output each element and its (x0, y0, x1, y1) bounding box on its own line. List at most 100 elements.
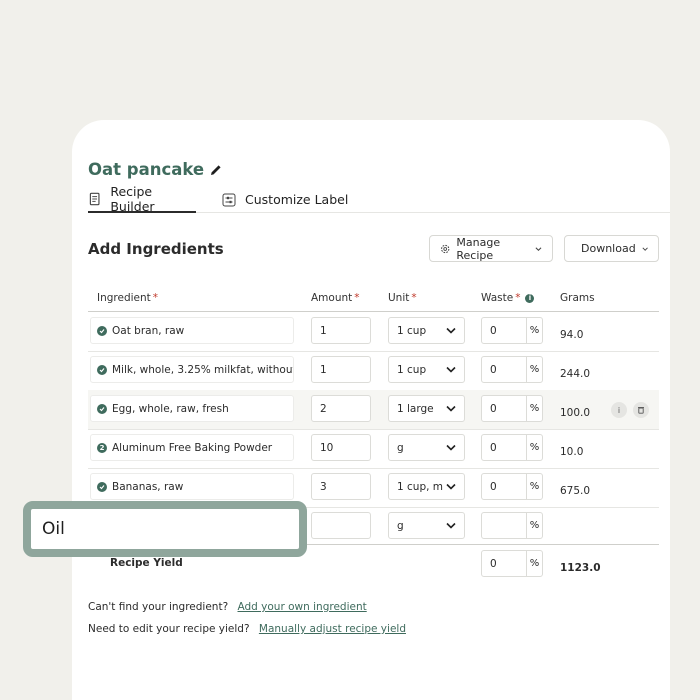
chevron-down-icon (535, 246, 542, 251)
ingredient-field[interactable]: Oat bran, raw (90, 317, 294, 344)
table-row: Egg, whole, raw, fresh 2 1 large 0 % 100… (88, 390, 659, 429)
percent-suffix: % (526, 474, 542, 499)
info-icon[interactable]: i (525, 293, 535, 303)
footer-text: Can't find your ingredient? (88, 601, 229, 613)
chevron-down-icon (446, 444, 456, 451)
delete-button[interactable] (633, 402, 649, 418)
unit-value: g (397, 519, 404, 532)
unit-select[interactable]: g (388, 434, 465, 461)
chevron-down-icon (446, 483, 456, 490)
header-waste: Waste * i (481, 292, 535, 304)
header-grams: Grams (560, 292, 595, 304)
ingredient-search-input[interactable]: Oil (23, 501, 307, 557)
trash-icon (638, 407, 644, 414)
footer-help-yield: Need to edit your recipe yield? Manually… (88, 623, 406, 635)
recipe-card: Oat pancake Recipe Builder Customize Lab (72, 120, 670, 700)
adjust-yield-link[interactable]: Manually adjust recipe yield (259, 623, 406, 635)
amount-input[interactable]: 1 (311, 356, 371, 383)
footer-help-ingredient: Can't find your ingredient? Add your own… (88, 601, 367, 613)
percent-suffix: % (526, 396, 542, 421)
waste-value: 0 (490, 557, 497, 570)
grams-value: 675.0 (560, 485, 591, 497)
check-icon (97, 481, 107, 492)
required-marker: * (411, 292, 417, 304)
download-label: Download (581, 242, 636, 255)
ingredient-name: Aluminum Free Baking Powder (112, 441, 273, 454)
gear-icon (441, 244, 450, 253)
amount-input[interactable]: 1 (311, 317, 371, 344)
chevron-down-icon (642, 246, 648, 251)
unit-select[interactable]: 1 large (388, 395, 465, 422)
table-row: Oat bran, raw 1 1 cup 0 % 94.0 (88, 312, 659, 351)
grams-value: 244.0 (560, 368, 591, 380)
waste-input[interactable]: 0 % (481, 395, 543, 422)
required-marker: * (152, 292, 159, 304)
ingredient-field[interactable]: Milk, whole, 3.25% milkfat, without (90, 356, 294, 383)
chevron-down-icon (446, 327, 456, 334)
table-row: Milk, whole, 3.25% milkfat, without 1 1 … (88, 351, 659, 390)
waste-value: 0 (490, 324, 497, 337)
add-own-ingredient-link[interactable]: Add your own ingredient (238, 601, 367, 613)
ingredient-field[interactable]: Egg, whole, raw, fresh (90, 395, 294, 422)
unit-select[interactable]: 1 cup (388, 356, 465, 383)
ingredient-field[interactable]: Bananas, raw (90, 473, 294, 500)
waste-input[interactable]: % (481, 512, 543, 539)
header-amount: Amount * (311, 292, 360, 304)
tab-recipe-builder[interactable]: Recipe Builder (88, 183, 196, 214)
yield-waste-input[interactable]: 0 % (481, 550, 543, 577)
percent-suffix: % (526, 435, 542, 460)
info-button[interactable]: i (611, 402, 627, 418)
numbered-badge-icon: 2 (97, 442, 107, 453)
percent-suffix: % (526, 357, 542, 382)
manage-recipe-button[interactable]: Manage Recipe (429, 235, 553, 262)
header-ingredient: Ingredient * (97, 292, 159, 304)
ingredient-name: Egg, whole, raw, fresh (112, 402, 229, 415)
unit-select[interactable]: 1 cup, m (388, 473, 465, 500)
check-icon (97, 403, 107, 414)
unit-value: 1 cup (397, 324, 427, 337)
ingredient-name: Oat bran, raw (112, 324, 185, 337)
unit-select[interactable]: 1 cup (388, 317, 465, 344)
unit-value: 1 cup (397, 363, 427, 376)
unit-value: g (397, 441, 404, 454)
chevron-down-icon (446, 366, 456, 373)
grams-value: 100.0 (560, 407, 591, 419)
footer-text: Need to edit your recipe yield? (88, 623, 250, 635)
unit-value: 1 large (397, 402, 434, 415)
percent-suffix: % (526, 551, 542, 576)
percent-suffix: % (526, 513, 542, 538)
unit-value: 1 cup, m (397, 480, 444, 493)
sliders-icon (222, 193, 236, 206)
section-title: Add Ingredients (88, 240, 224, 258)
waste-input[interactable]: 0 % (481, 356, 543, 383)
table-row: 2 Aluminum Free Baking Powder 10 g 0 % 1… (88, 429, 659, 468)
amount-input[interactable]: 3 (311, 473, 371, 500)
waste-value: 0 (490, 441, 497, 454)
recipe-title[interactable]: Oat pancake (88, 160, 222, 179)
download-button[interactable]: Download (564, 235, 659, 262)
waste-value: 0 (490, 363, 497, 376)
tab-customize-label[interactable]: Customize Label (222, 186, 352, 213)
waste-input[interactable]: 0 % (481, 473, 543, 500)
tab-recipe-builder-label: Recipe Builder (110, 183, 155, 214)
pencil-icon[interactable] (210, 164, 222, 176)
check-icon (97, 364, 107, 375)
tab-bar: Recipe Builder Customize Label (88, 183, 670, 214)
chevron-down-icon (446, 522, 456, 529)
yield-grams-value: 1123.0 (560, 562, 601, 574)
grams-value: 10.0 (560, 446, 584, 458)
waste-value: 0 (490, 480, 497, 493)
amount-input[interactable]: 2 (311, 395, 371, 422)
waste-value: 0 (490, 402, 497, 415)
ingredient-name: Milk, whole, 3.25% milkfat, without (112, 363, 294, 376)
waste-input[interactable]: 0 % (481, 434, 543, 461)
amount-input[interactable]: 10 (311, 434, 371, 461)
waste-input[interactable]: 0 % (481, 317, 543, 344)
required-marker: * (354, 292, 360, 304)
percent-suffix: % (526, 318, 542, 343)
amount-input[interactable] (311, 512, 371, 539)
ingredient-field[interactable]: 2 Aluminum Free Baking Powder (90, 434, 294, 461)
document-icon (89, 192, 100, 205)
manage-recipe-label: Manage Recipe (456, 235, 501, 262)
unit-select[interactable]: g (388, 512, 465, 539)
